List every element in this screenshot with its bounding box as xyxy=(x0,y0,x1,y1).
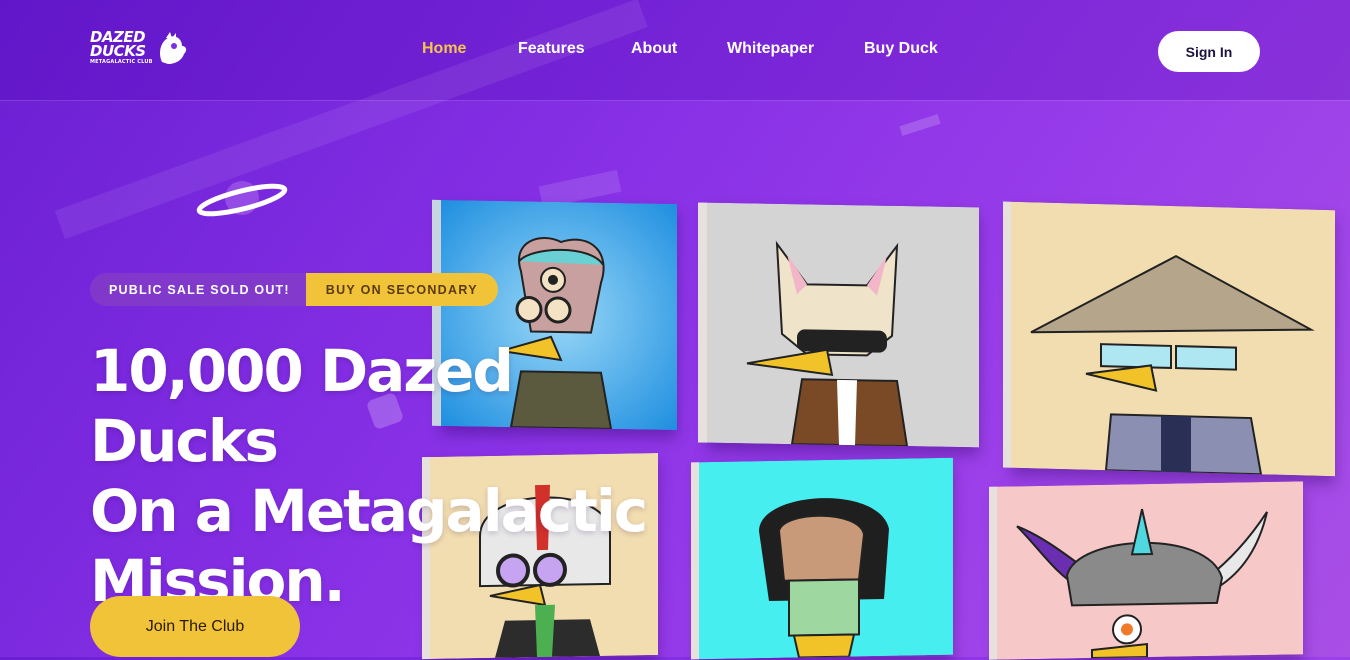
buy-on-secondary-button[interactable]: BUY ON SECONDARY xyxy=(305,273,498,306)
join-the-club-button[interactable]: Join The Club xyxy=(90,596,300,657)
duck-card[interactable] xyxy=(1003,201,1335,477)
duck-straw-hat-image xyxy=(1011,201,1335,477)
sale-status-pill: PUBLIC SALE SOLD OUT! BUY ON SECONDARY xyxy=(90,273,498,306)
hero-title-line: 10,000 Dazed Ducks xyxy=(90,337,514,475)
duck-cat-hood-image xyxy=(707,202,979,448)
duck-ape-image xyxy=(699,457,953,660)
duck-card[interactable] xyxy=(989,481,1303,660)
duck-horned-helmet-image xyxy=(997,481,1303,660)
hero-title: 10,000 Dazed Ducks On a Metagalactic Mis… xyxy=(90,336,650,616)
sale-status-label: PUBLIC SALE SOLD OUT! xyxy=(90,273,306,306)
hero-title-line: On a Metagalactic xyxy=(90,477,648,545)
duck-card[interactable] xyxy=(691,457,953,660)
duck-card[interactable] xyxy=(698,202,979,448)
